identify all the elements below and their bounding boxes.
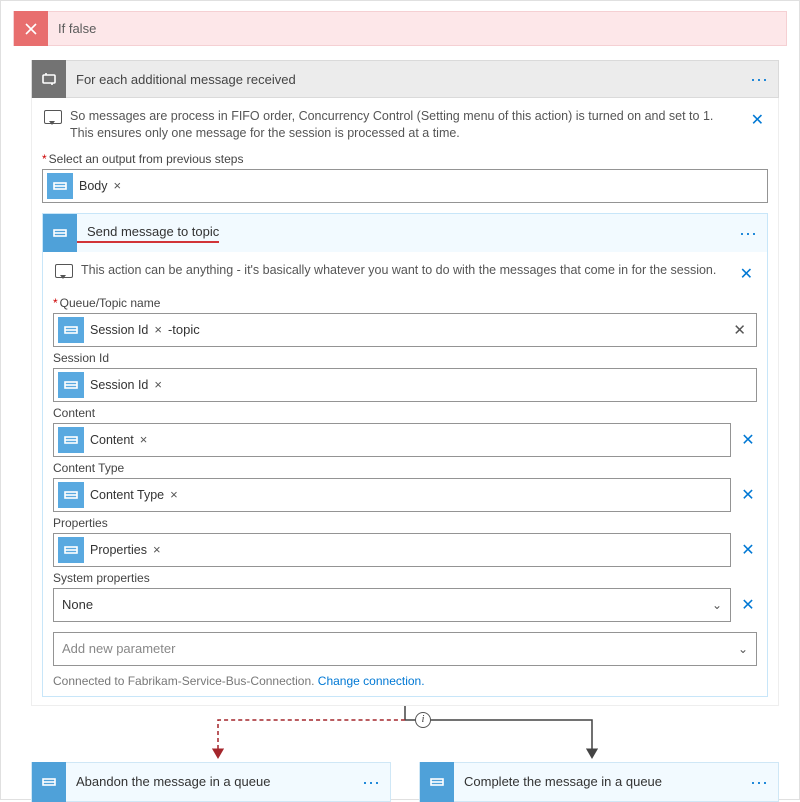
select-output-field[interactable]: Body × [42, 169, 768, 203]
abandon-title: Abandon the message in a queue [66, 774, 352, 789]
servicebus-icon [32, 762, 66, 802]
chevron-down-icon: ⌄ [712, 598, 722, 612]
servicebus-icon [58, 537, 84, 563]
content-type-token[interactable]: Content Type × [58, 481, 178, 509]
content-label: Content [53, 406, 757, 420]
remove-token-icon[interactable]: × [154, 322, 162, 337]
abandon-menu-button[interactable]: ··· [352, 775, 390, 789]
select-output-label: *Select an output from previous steps [42, 152, 768, 166]
servicebus-icon [58, 427, 84, 453]
queue-topic-label: *Queue/Topic name [53, 296, 757, 310]
chevron-down-icon: ⌄ [738, 642, 748, 656]
remove-token-icon[interactable]: × [140, 432, 148, 447]
servicebus-icon [58, 482, 84, 508]
change-connection-link[interactable]: Change connection. [318, 674, 425, 688]
session-id-token[interactable]: Session Id × [58, 316, 162, 344]
foreach-body: So messages are process in FIFO order, C… [31, 98, 779, 706]
queue-topic-suffix: -topic [168, 322, 200, 337]
session-id-token[interactable]: Session Id × [58, 371, 162, 399]
run-after-info-icon[interactable]: i [415, 712, 431, 728]
dismiss-note-button[interactable]: ✕ [747, 108, 768, 132]
content-type-label: Content Type [53, 461, 757, 475]
foreach-header[interactable]: For each additional message received ··· [31, 60, 779, 98]
body-token[interactable]: Body × [47, 172, 121, 200]
abandon-action[interactable]: Abandon the message in a queue ··· [31, 762, 391, 802]
foreach-menu-button[interactable]: ··· [740, 72, 778, 86]
content-token[interactable]: Content × [58, 426, 147, 454]
remove-token-icon[interactable]: × [170, 487, 178, 502]
send-message-menu-button[interactable]: ··· [729, 226, 767, 240]
system-properties-select[interactable]: None ⌄ [53, 588, 731, 622]
properties-token[interactable]: Properties × [58, 536, 161, 564]
send-message-card: Send message to topic ··· This action ca… [42, 213, 768, 697]
send-note: This action can be anything - it's basic… [53, 258, 757, 292]
properties-label: Properties [53, 516, 757, 530]
remove-param-button[interactable]: ✕ [739, 595, 757, 615]
complete-action[interactable]: Complete the message in a queue ··· [419, 762, 779, 802]
add-parameter-select[interactable]: Add new parameter ⌄ [53, 632, 757, 666]
send-message-header[interactable]: Send message to topic ··· [43, 214, 767, 252]
foreach-note-text: So messages are process in FIFO order, C… [70, 108, 739, 142]
complete-menu-button[interactable]: ··· [740, 775, 778, 789]
remove-token-icon[interactable]: × [154, 377, 162, 392]
loop-icon [32, 60, 66, 98]
session-id-label: Session Id [53, 351, 757, 365]
remove-param-button[interactable]: ✕ [739, 430, 757, 450]
remove-param-button[interactable]: ✕ [739, 485, 757, 505]
properties-field[interactable]: Properties × [53, 533, 731, 567]
comment-icon [44, 110, 62, 124]
comment-icon [55, 264, 73, 278]
if-false-header[interactable]: If false [13, 11, 787, 46]
clear-field-button[interactable]: ✕ [733, 321, 752, 339]
session-id-field[interactable]: Session Id × [53, 368, 757, 402]
remove-param-button[interactable]: ✕ [739, 540, 757, 560]
content-field[interactable]: Content × [53, 423, 731, 457]
close-icon[interactable] [14, 11, 48, 46]
complete-title: Complete the message in a queue [454, 774, 740, 789]
queue-topic-field[interactable]: Session Id × -topic ✕ [53, 313, 757, 347]
remove-token-icon[interactable]: × [153, 542, 161, 557]
remove-token-icon[interactable]: × [114, 178, 122, 193]
foreach-note: So messages are process in FIFO order, C… [42, 104, 768, 148]
foreach-title: For each additional message received [66, 72, 740, 87]
servicebus-icon [43, 214, 77, 252]
run-after-arrows: i [31, 706, 779, 762]
send-note-text: This action can be anything - it's basic… [81, 262, 728, 279]
if-false-title: If false [48, 21, 96, 36]
connection-text: Connected to Fabrikam-Service-Bus-Connec… [53, 674, 757, 688]
send-message-title: Send message to topic [77, 224, 219, 243]
servicebus-icon [47, 173, 73, 199]
content-type-field[interactable]: Content Type × [53, 478, 731, 512]
servicebus-icon [58, 317, 84, 343]
system-properties-label: System properties [53, 571, 757, 585]
servicebus-icon [420, 762, 454, 802]
dismiss-note-button[interactable]: ✕ [736, 262, 757, 286]
servicebus-icon [58, 372, 84, 398]
